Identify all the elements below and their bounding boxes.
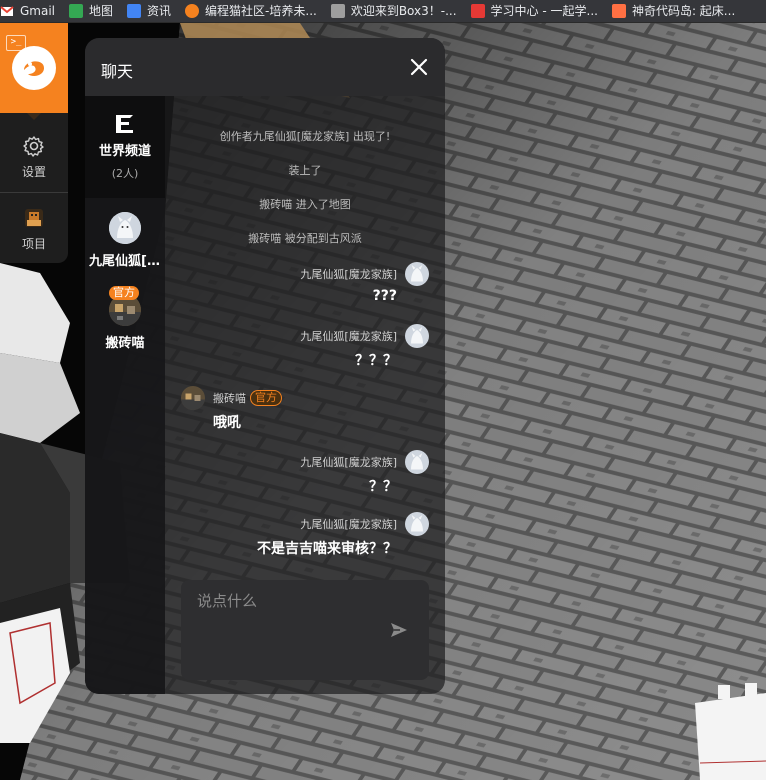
box3-icon: [330, 4, 345, 18]
system-message: 搬砖喵 被分配到古风派: [248, 232, 362, 245]
message-text: 哦吼: [213, 415, 241, 431]
avatar[interactable]: [405, 324, 429, 348]
chevron-down-icon[interactable]: [27, 113, 41, 120]
message-item: 九尾仙狐[魔龙家族] ？？: [169, 450, 429, 496]
project-logo-button[interactable]: >_: [0, 23, 68, 120]
avatar[interactable]: [181, 386, 205, 410]
message-username: 九尾仙狐[魔龙家族]: [300, 456, 397, 469]
member-item[interactable]: 官方 搬砖喵: [85, 286, 165, 351]
chat-title: 聊天: [101, 62, 134, 81]
official-badge: 官方: [109, 286, 139, 300]
message-text: ？？？: [355, 353, 397, 369]
bookmark-gmail[interactable]: Gmail: [0, 4, 55, 18]
message-item: 九尾仙狐[魔龙家族] 不是吉吉喵来审核？？: [169, 512, 429, 558]
chat-header: 聊天: [85, 38, 445, 96]
channel-count: (2人): [111, 167, 139, 180]
avatar[interactable]: [405, 512, 429, 536]
message-username: 九尾仙狐[魔龙家族]: [300, 268, 397, 281]
message-text: 不是吉吉喵来审核？？: [257, 541, 397, 557]
message-text: ???: [372, 288, 397, 304]
message-item: 九尾仙狐[魔龙家族] ???: [169, 262, 429, 304]
bookmark-label: 神奇代码岛: 起床...: [631, 4, 736, 18]
maps-icon: [69, 4, 84, 18]
settings-button[interactable]: 设置: [0, 135, 68, 180]
bookmark-label: 资讯: [147, 4, 172, 18]
bookmark-label: 学习中心 - 一起学...: [490, 4, 598, 18]
bookmark-codemao[interactable]: 编程猫社区-培养未...: [185, 4, 317, 18]
avatar: [109, 212, 141, 244]
dao3-icon: [611, 4, 626, 18]
gmail-icon: [0, 4, 14, 18]
message-text: ？？: [369, 479, 397, 495]
chat-panel: 聊天 世界频道 (2人) 九尾仙狐[魔龙家族] 官方: [85, 38, 445, 694]
member-item[interactable]: 九尾仙狐[魔龙家族]: [85, 212, 165, 269]
tool-strip: >_ 设置 项目: [0, 23, 68, 263]
bookmark-label: 编程猫社区-培养未...: [205, 4, 317, 18]
project-avatar-icon: [25, 209, 43, 227]
channel-name: 世界频道: [98, 144, 151, 159]
system-message: 装上了: [288, 164, 322, 177]
bookmark-box3[interactable]: 欢迎来到Box3！-...: [330, 4, 457, 18]
avatar[interactable]: [405, 262, 429, 286]
avatar[interactable]: [405, 450, 429, 474]
bookmark-label: 欢迎来到Box3！-...: [350, 4, 457, 18]
settings-label: 设置: [21, 165, 46, 179]
message-input[interactable]: [195, 590, 399, 612]
member-name: 搬砖喵: [105, 336, 145, 351]
gear-icon: [23, 136, 44, 157]
divider: [0, 192, 68, 193]
official-badge: 官方: [250, 390, 282, 406]
message-username: 九尾仙狐[魔龙家族]: [300, 330, 397, 343]
system-message: 搬砖喵 进入了地图: [259, 198, 351, 211]
codemao-icon: [185, 4, 200, 18]
projects-label: 项目: [21, 237, 46, 251]
bookmark-news[interactable]: 资讯: [127, 4, 171, 18]
message-composer: [181, 580, 429, 680]
send-icon[interactable]: [389, 620, 409, 640]
message-username: 九尾仙狐[魔龙家族]: [300, 518, 397, 531]
message-username: 搬砖喵: [213, 392, 246, 405]
learning-icon: [470, 4, 485, 18]
message-item: 搬砖喵 官方 哦吼: [181, 386, 441, 432]
bookmark-label: Gmail: [20, 4, 56, 18]
bookmark-learning[interactable]: 学习中心 - 一起学...: [470, 4, 598, 18]
message-list: 创作者九尾仙狐[魔龙家族] 出现了! 装上了 搬砖喵 进入了地图 搬砖喵 被分配…: [165, 96, 445, 616]
channel-icon: [116, 115, 133, 133]
system-message: 创作者九尾仙狐[魔龙家族] 出现了!: [219, 130, 391, 143]
chat-sidebar: 世界频道 (2人) 九尾仙狐[魔龙家族] 官方: [85, 96, 165, 694]
logo-icon: [12, 46, 56, 90]
bookmark-label: 地图: [89, 4, 114, 18]
projects-button[interactable]: 项目: [0, 207, 68, 252]
message-item: 九尾仙狐[魔龙家族] ？？？: [169, 324, 429, 370]
member-name: 九尾仙狐[魔龙家族]: [89, 254, 165, 269]
channel-world[interactable]: 世界频道 (2人): [85, 96, 165, 198]
terminal-icon[interactable]: >_: [6, 35, 26, 51]
bookmarks-bar: Gmail 地图 资讯 编程猫社区-培养未... 欢迎来到Box3！-... 学…: [0, 0, 766, 23]
bookmark-maps[interactable]: 地图: [69, 4, 113, 18]
close-icon[interactable]: [409, 57, 429, 77]
bookmark-dao3[interactable]: 神奇代码岛: 起床...: [611, 4, 736, 18]
news-icon: [127, 4, 142, 18]
